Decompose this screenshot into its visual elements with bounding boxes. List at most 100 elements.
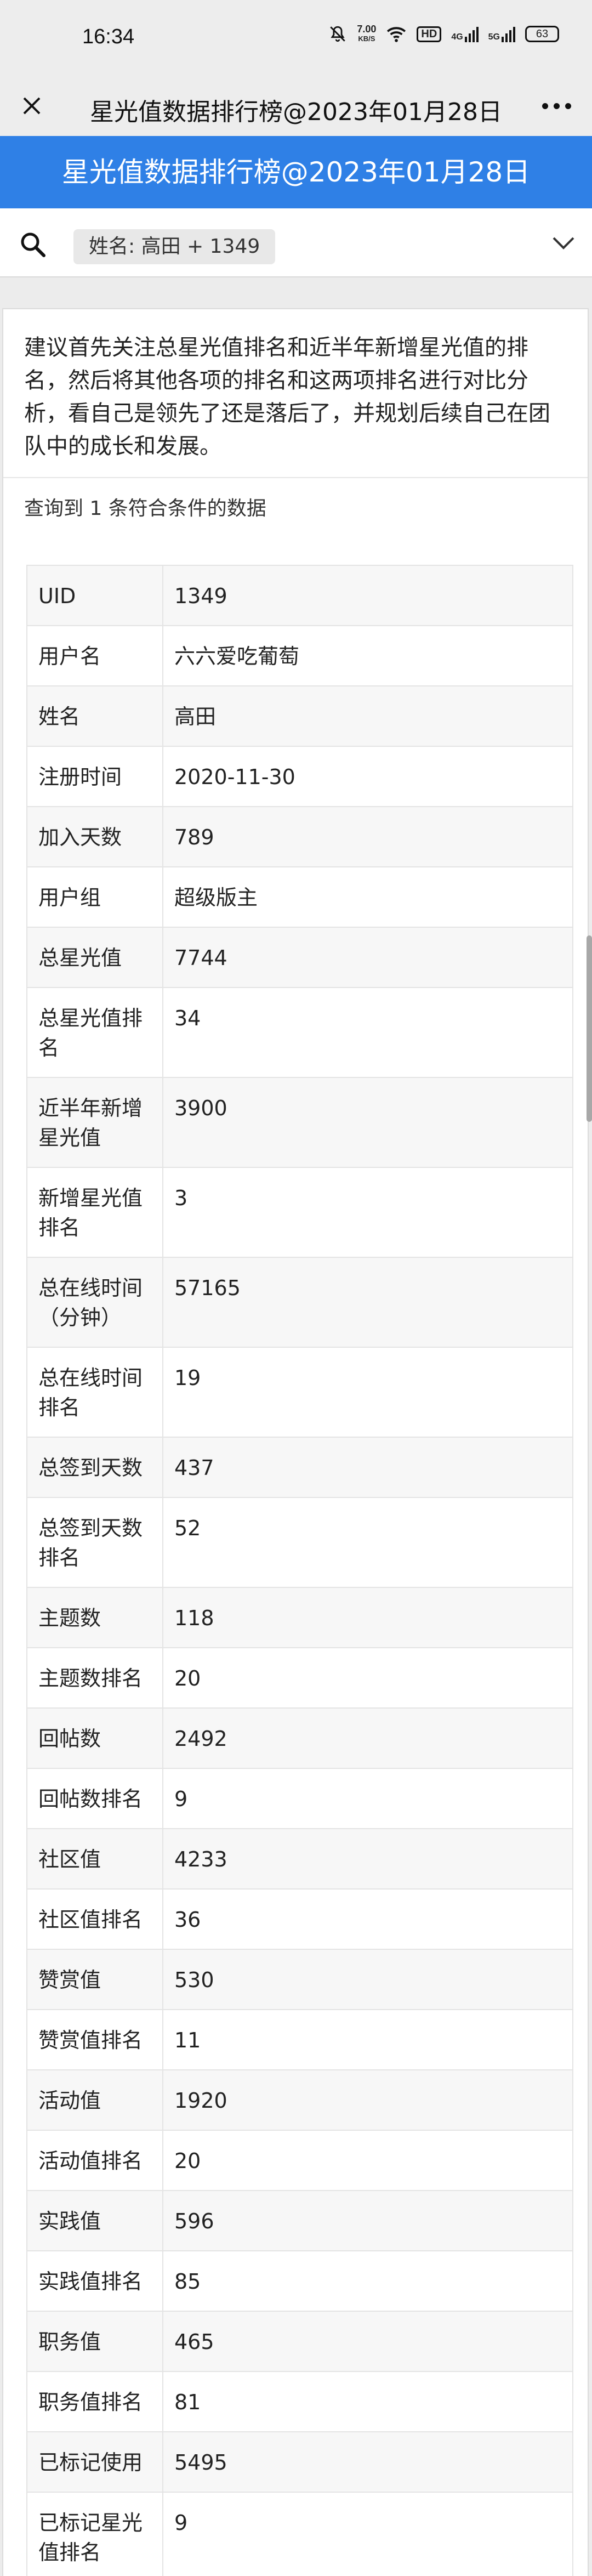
row-value: 465 bbox=[162, 2311, 573, 2372]
table-row: 活动值 1920 bbox=[26, 2069, 573, 2131]
row-label: 总星光值 bbox=[26, 927, 163, 988]
row-value: 4233 bbox=[162, 1828, 573, 1890]
table-row: 主题数排名 20 bbox=[26, 1647, 573, 1709]
row-label: 职务值 bbox=[26, 2311, 163, 2372]
table-row: 用户组 超级版主 bbox=[26, 866, 573, 928]
row-value: 高田 bbox=[162, 685, 573, 747]
table-row: 注册时间 2020-11-30 bbox=[26, 746, 573, 807]
table-row: 已标记使用 5495 bbox=[26, 2431, 573, 2493]
row-label: 实践值 bbox=[26, 2190, 163, 2251]
table-row: 回帖数排名 9 bbox=[26, 1768, 573, 1829]
signal-4g-label: 4G bbox=[451, 32, 463, 42]
wifi-icon bbox=[387, 27, 406, 42]
more-dot bbox=[553, 103, 560, 109]
row-label: 近半年新增星光值 bbox=[26, 1077, 163, 1168]
table-row: 职务值排名 81 bbox=[26, 2371, 573, 2432]
row-label: 社区值排名 bbox=[26, 1888, 163, 1950]
row-label: 总在线时间排名 bbox=[26, 1347, 163, 1438]
row-label: 活动值排名 bbox=[26, 2130, 163, 2191]
status-bar: 16:34 7.00 KB/S HD 4G 5G 63 bbox=[0, 0, 592, 76]
search-bar[interactable]: 姓名: 高田 + 1349 bbox=[0, 208, 592, 277]
app-bar: 星光值数据排行榜@2023年01月28日 bbox=[0, 76, 592, 136]
net-speed-value: 7.00 bbox=[357, 24, 377, 35]
row-value: 20 bbox=[162, 1647, 573, 1709]
more-dot bbox=[565, 103, 571, 109]
row-value: 19 bbox=[162, 1347, 573, 1438]
table-row: 总签到天数排名 52 bbox=[26, 1497, 573, 1588]
row-value: 81 bbox=[162, 2371, 573, 2432]
row-value: 5495 bbox=[162, 2431, 573, 2493]
table-row: 社区值排名 36 bbox=[26, 1888, 573, 1950]
row-value: 20 bbox=[162, 2130, 573, 2191]
row-value: 3 bbox=[162, 1167, 573, 1258]
table-row: 总星光值排名 34 bbox=[26, 987, 573, 1078]
row-value: 1349 bbox=[162, 565, 573, 626]
table-row: 赞赏值 530 bbox=[26, 1949, 573, 2010]
net-speed-unit: KB/S bbox=[358, 35, 375, 43]
filter-chip[interactable]: 姓名: 高田 + 1349 bbox=[73, 229, 276, 264]
page-title: 星光值数据排行榜@2023年01月28日 bbox=[0, 136, 592, 208]
signal-4g-icon: 4G bbox=[451, 26, 479, 42]
table-row: 已标记星光值排名 9 bbox=[26, 2492, 573, 2576]
table-row: 活动值排名 20 bbox=[26, 2130, 573, 2191]
table-row: 总在线时间（分钟） 57165 bbox=[26, 1257, 573, 1348]
row-value: 530 bbox=[162, 1949, 573, 2010]
row-value: 2492 bbox=[162, 1707, 573, 1769]
row-label: 总签到天数 bbox=[26, 1437, 163, 1498]
battery-icon: 63 bbox=[525, 26, 559, 42]
row-value: 85 bbox=[162, 2250, 573, 2312]
table-row: 新增星光值排名 3 bbox=[26, 1167, 573, 1258]
table-row: 近半年新增星光值 3900 bbox=[26, 1077, 573, 1168]
row-value: 57165 bbox=[162, 1257, 573, 1348]
row-label: 已标记使用 bbox=[26, 2431, 163, 2493]
table-row: 职务值 465 bbox=[26, 2311, 573, 2372]
row-label: 已标记星光值排名 bbox=[26, 2492, 163, 2576]
signal-5g-label: 5G bbox=[488, 32, 500, 42]
scrollbar-thumb[interactable] bbox=[587, 935, 592, 1122]
table-row: 总星光值 7744 bbox=[26, 927, 573, 988]
row-label: 实践值排名 bbox=[26, 2250, 163, 2312]
table-row: 总签到天数 437 bbox=[26, 1437, 573, 1498]
battery-level: 63 bbox=[536, 27, 549, 40]
row-value: 52 bbox=[162, 1497, 573, 1588]
row-label: 注册时间 bbox=[26, 746, 163, 807]
row-value: 超级版主 bbox=[162, 866, 573, 928]
row-label: 活动值 bbox=[26, 2069, 163, 2131]
row-label: 用户组 bbox=[26, 866, 163, 928]
table-row: 社区值 4233 bbox=[26, 1828, 573, 1890]
search-icon[interactable] bbox=[19, 230, 47, 259]
table-row: 回帖数 2492 bbox=[26, 1707, 573, 1769]
row-value: 789 bbox=[162, 806, 573, 867]
row-label: 加入天数 bbox=[26, 806, 163, 867]
row-value: 118 bbox=[162, 1587, 573, 1648]
table-row: 加入天数 789 bbox=[26, 806, 573, 867]
row-value: 11 bbox=[162, 2009, 573, 2070]
table-row: 用户名 六六爱吃葡萄 bbox=[26, 625, 573, 686]
result-card: 建议首先关注总星光值排名和近半年新增星光值的排名，然后将其他各项的排名和这两项排… bbox=[2, 308, 589, 2576]
chevron-down-icon[interactable] bbox=[549, 231, 578, 254]
row-label: 总签到天数排名 bbox=[26, 1497, 163, 1588]
row-label: 赞赏值排名 bbox=[26, 2009, 163, 2070]
more-icon[interactable] bbox=[537, 89, 576, 122]
row-label: 回帖数排名 bbox=[26, 1768, 163, 1829]
signal-5g-icon: 5G bbox=[488, 26, 515, 42]
row-value: 36 bbox=[162, 1888, 573, 1950]
data-table: UID 1349 用户名 六六爱吃葡萄 姓名 高田 注册时间 2020-11-30 加入天数 78… bbox=[26, 565, 573, 2576]
row-value: 1920 bbox=[162, 2069, 573, 2131]
table-row: UID 1349 bbox=[26, 565, 573, 626]
row-value: 7744 bbox=[162, 927, 573, 988]
table-row: 姓名 高田 bbox=[26, 685, 573, 747]
status-time: 16:34 bbox=[82, 25, 135, 48]
signal-bars-icon bbox=[464, 27, 479, 42]
row-label: 总星光值排名 bbox=[26, 987, 163, 1078]
mute-bell-icon bbox=[330, 26, 346, 42]
row-label: 新增星光值排名 bbox=[26, 1167, 163, 1258]
close-icon[interactable] bbox=[15, 89, 48, 122]
row-label: 职务值排名 bbox=[26, 2371, 163, 2432]
row-label: 主题数 bbox=[26, 1587, 163, 1648]
row-label: 赞赏值 bbox=[26, 1949, 163, 2010]
table-row: 赞赏值排名 11 bbox=[26, 2009, 573, 2070]
row-label: 用户名 bbox=[26, 625, 163, 686]
row-label: 姓名 bbox=[26, 685, 163, 747]
result-count: 查询到 1 条符合条件的数据 bbox=[24, 497, 266, 520]
